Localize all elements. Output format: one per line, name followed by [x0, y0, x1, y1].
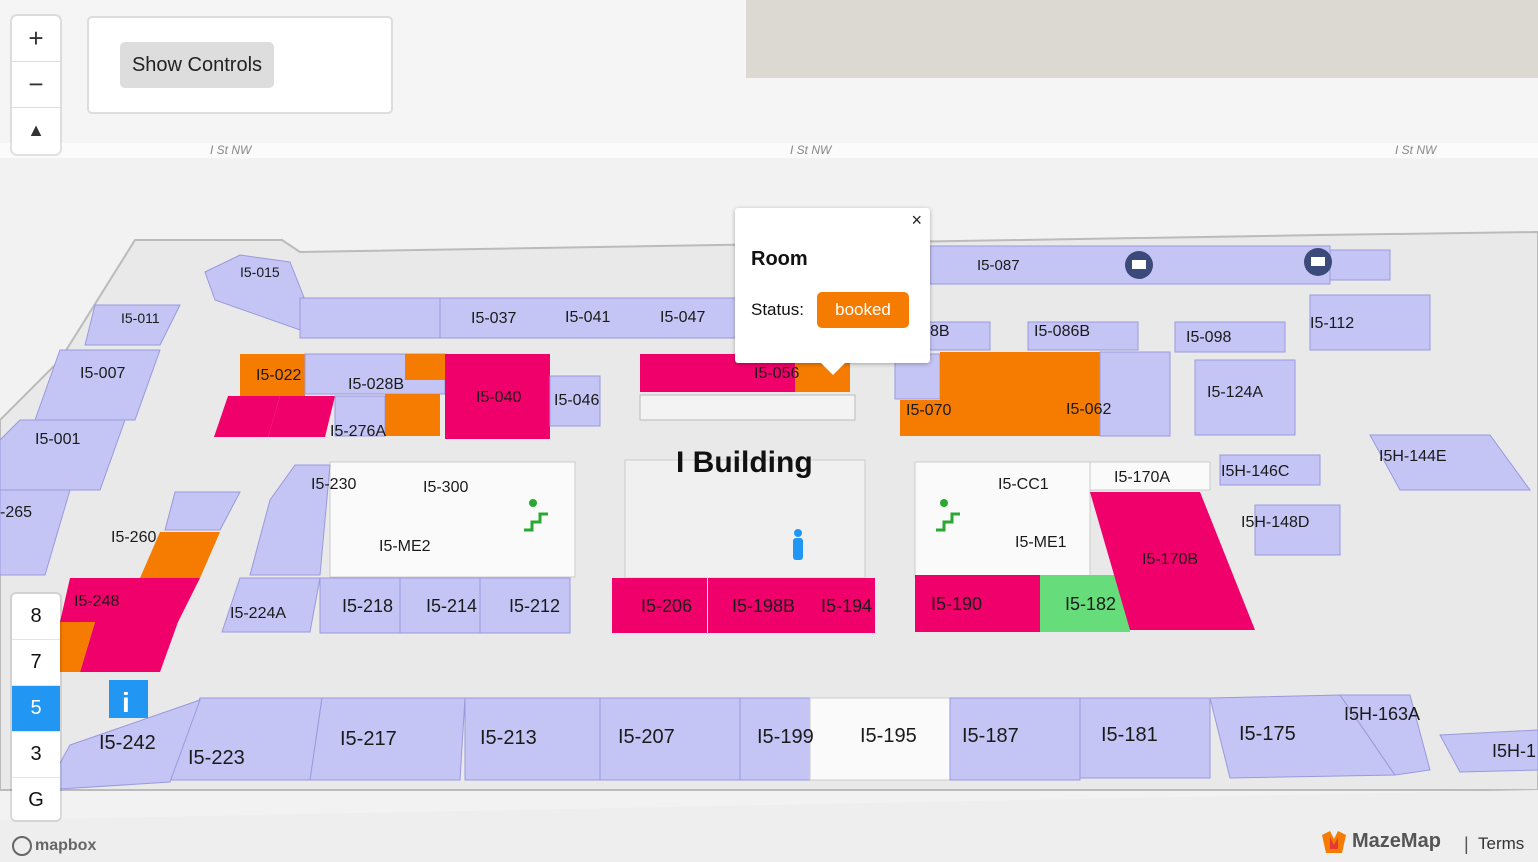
- printer-icon[interactable]: [1125, 251, 1153, 279]
- attribution-separator: |: [1464, 834, 1469, 854]
- room-label: I5-041: [565, 309, 610, 326]
- room-block[interactable]: [299, 297, 441, 339]
- room-label: I5-223: [188, 747, 245, 769]
- room-label: I5-040: [476, 389, 521, 406]
- floor-button-G[interactable]: G: [12, 778, 60, 823]
- room-label: I5-230: [311, 476, 356, 493]
- room-label: I5-046: [554, 392, 599, 409]
- mapbox-icon: [12, 836, 32, 856]
- room-label: I5-276A: [330, 423, 386, 440]
- terms-link[interactable]: Terms: [1478, 834, 1524, 854]
- room-label: I5-028B: [348, 376, 404, 393]
- floor-button-7[interactable]: 7: [12, 640, 60, 686]
- mazemap-label: MazeMap: [1352, 830, 1441, 852]
- room-label: I5H-148D: [1241, 514, 1309, 531]
- room-label: I5-190: [931, 594, 982, 614]
- room-label: I5-212: [509, 596, 560, 616]
- room-label: I5-170B: [1142, 551, 1198, 568]
- room-block[interactable]: [1329, 249, 1391, 281]
- room-label: I5-218: [342, 596, 393, 616]
- controls-panel: Show Controls: [87, 16, 393, 114]
- mapbox-label: mapbox: [35, 837, 97, 854]
- room-label: I5H-144E: [1379, 448, 1447, 465]
- room-label: I5-182: [1065, 594, 1116, 614]
- zoom-control: + − ▲: [12, 16, 60, 154]
- room-label: I5-214: [426, 596, 477, 616]
- room-label: I5-217: [340, 728, 397, 750]
- room-popup: × Room Status: booked: [735, 208, 930, 375]
- room-label: I5H-163A: [1344, 704, 1420, 724]
- room-label: I5-248: [74, 593, 119, 610]
- room-label: I5-242: [99, 732, 156, 754]
- street-label: I St NW: [1395, 143, 1438, 157]
- room-label: I5H-1: [1492, 741, 1536, 761]
- mazemap-icon: [1322, 830, 1346, 853]
- room-label: I5-015: [240, 264, 280, 280]
- room-label: I5-011: [121, 310, 160, 326]
- floor-button-3[interactable]: 3: [12, 732, 60, 778]
- room-label: I5-047: [660, 309, 705, 326]
- indoor-map[interactable]: I St NW I St NW I St NW I5-015 I5-011 I5…: [0, 0, 1538, 862]
- room-label: I5-037: [471, 310, 516, 327]
- popup-title: Room: [751, 248, 808, 270]
- show-controls-button[interactable]: Show Controls: [120, 42, 274, 88]
- room-label: I5-206: [641, 596, 692, 616]
- floor-button-5[interactable]: 5: [12, 686, 60, 732]
- mazemap-logo[interactable]: MazeMap: [1322, 830, 1441, 853]
- info-icon[interactable]: i: [109, 680, 148, 718]
- room-label: I5-195: [860, 725, 917, 747]
- room-label: I5-175: [1239, 723, 1296, 745]
- room-label: I5-070: [906, 402, 951, 419]
- room-label: I5-CC1: [998, 476, 1049, 493]
- street-label: I St NW: [790, 143, 833, 157]
- room-label: I5-300: [423, 479, 468, 496]
- status-label: Status:: [751, 300, 804, 319]
- mapbox-logo[interactable]: mapbox: [12, 836, 96, 856]
- room-label: I5-199: [757, 726, 814, 748]
- room-label: I5H-146C: [1221, 463, 1289, 480]
- room-label: I5-198B: [732, 596, 795, 616]
- room-label: I5-181: [1101, 724, 1158, 746]
- room-label: I5-260: [111, 529, 156, 546]
- room-label: I5-170A: [1114, 469, 1170, 486]
- zoom-in-button[interactable]: +: [12, 16, 60, 62]
- status-badge: booked: [817, 292, 909, 328]
- printer-icon[interactable]: [1304, 248, 1332, 276]
- room-label: I5-207: [618, 726, 675, 748]
- building-label: I Building: [676, 446, 813, 479]
- room-label: I5-007: [80, 365, 125, 382]
- room-block[interactable]: [1099, 351, 1171, 437]
- room-label: I5-112: [1310, 315, 1354, 332]
- room-label: I5-086B: [1034, 323, 1090, 340]
- room-label: 8B: [930, 323, 950, 340]
- room-label: -265: [0, 504, 32, 521]
- room-label: I5-022: [256, 367, 301, 384]
- room-label: I5-098: [1186, 329, 1231, 346]
- room-label: I5-187: [962, 725, 1019, 747]
- room-booked[interactable]: [385, 394, 440, 436]
- room-label: I5-ME1: [1015, 534, 1067, 551]
- room-label: I5-224A: [230, 605, 286, 622]
- svg-text:i: i: [122, 687, 130, 718]
- close-icon[interactable]: ×: [911, 210, 922, 231]
- compass-button[interactable]: ▲: [12, 108, 60, 153]
- floor-selector: 8 7 5 3 G: [12, 594, 60, 820]
- street-label: I St NW: [210, 143, 253, 157]
- room-label: I5-001: [35, 431, 80, 448]
- room-label: I5-087: [977, 257, 1020, 274]
- floor-button-8[interactable]: 8: [12, 594, 60, 640]
- room-label: I5-213: [480, 727, 537, 749]
- room-label: I5-124A: [1207, 384, 1263, 401]
- room-label: I5-ME2: [379, 538, 431, 555]
- neighbor-building: [746, 0, 1538, 78]
- room-neutral: [639, 394, 856, 421]
- room-booked[interactable]: [405, 354, 445, 380]
- zoom-out-button[interactable]: −: [12, 62, 60, 108]
- person-icon: [793, 529, 803, 560]
- room-label: I5-056: [754, 365, 799, 382]
- room-label: I5-194: [821, 596, 872, 616]
- room-label: I5-062: [1066, 401, 1111, 418]
- room-occupied[interactable]: [640, 354, 750, 392]
